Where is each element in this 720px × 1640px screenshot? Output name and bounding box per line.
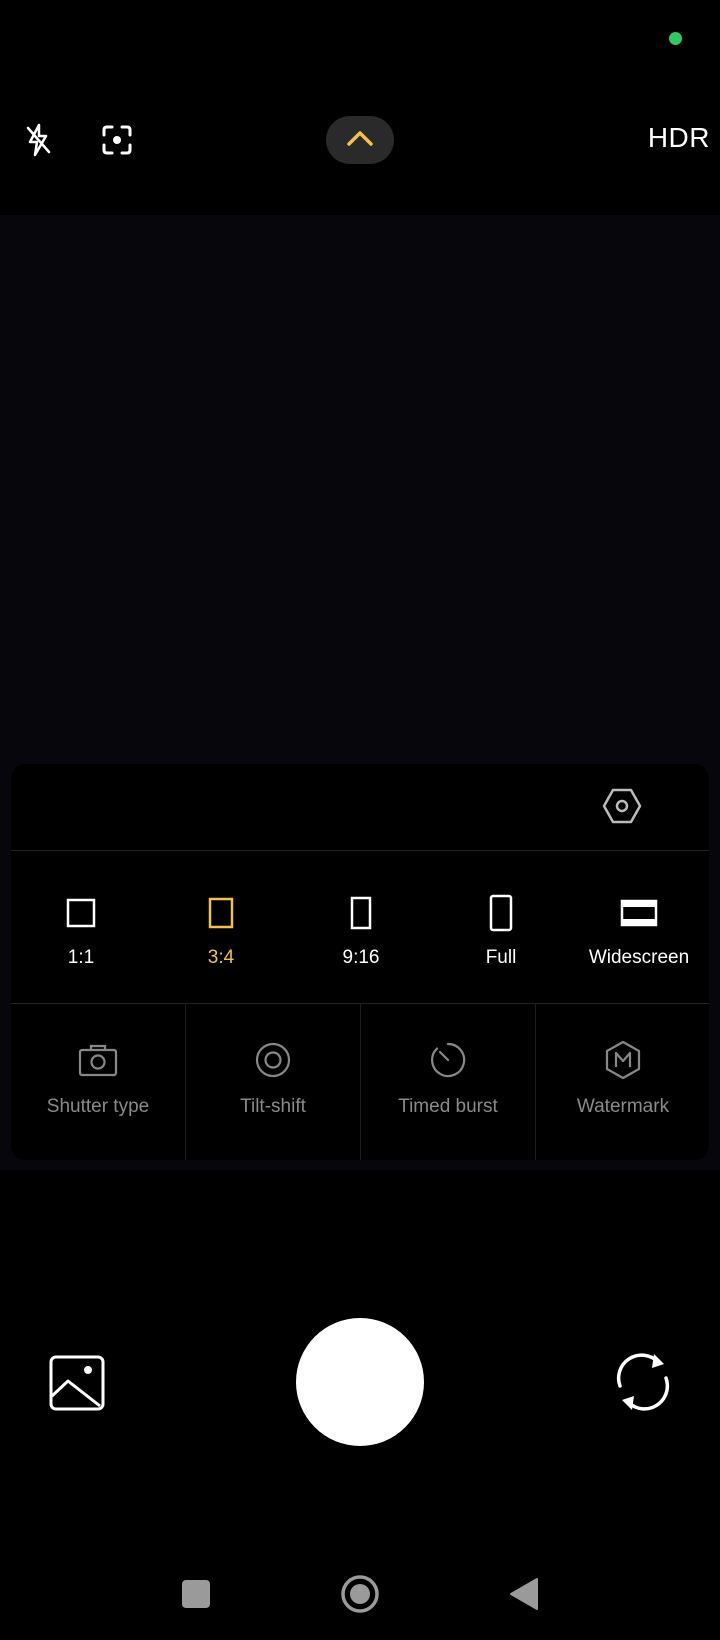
tools-row: Shutter type Tilt-shift Timed burst Wate… — [11, 1004, 709, 1160]
ratio-9-16-icon — [291, 893, 431, 933]
switch-camera-icon[interactable] — [612, 1350, 674, 1414]
square-icon — [182, 1580, 210, 1608]
flash-off-icon[interactable] — [18, 120, 58, 160]
ratio-1-1[interactable]: 1:1 — [11, 851, 151, 1003]
hexagon-settings-icon[interactable] — [601, 785, 643, 827]
watermark-icon — [536, 1040, 709, 1080]
ratio-label: 9:16 — [342, 947, 380, 968]
chevron-up-icon — [346, 129, 374, 152]
ratio-label: Widescreen — [588, 947, 690, 968]
camera-icon — [11, 1040, 185, 1080]
back-nav-button[interactable] — [504, 1574, 544, 1614]
tool-label: Watermark — [576, 1096, 670, 1117]
ratio-3-4[interactable]: 3:4 — [151, 851, 291, 1003]
ratio-label: 1:1 — [67, 947, 95, 968]
privacy-indicator-dot — [669, 32, 682, 45]
tool-timed-burst[interactable]: Timed burst — [361, 1004, 535, 1160]
tool-watermark[interactable]: Watermark — [536, 1004, 709, 1160]
widescreen-icon — [569, 893, 709, 933]
tool-label: Shutter type — [46, 1096, 150, 1117]
camera-options-panel: 1:1 3:4 9:16 Full Widescreen Shutter typ… — [11, 764, 709, 1160]
tool-tilt-shift[interactable]: Tilt-shift — [186, 1004, 360, 1160]
hdr-toggle[interactable]: HDR — [648, 122, 710, 154]
ratio-widescreen[interactable]: Widescreen — [569, 851, 709, 1003]
ratio-full[interactable]: Full — [431, 851, 571, 1003]
focus-frame-icon[interactable] — [97, 120, 137, 160]
back-triangle-icon — [510, 1578, 538, 1610]
ratio-label: 3:4 — [207, 947, 235, 968]
home-circle-icon — [341, 1575, 379, 1613]
timer-icon — [361, 1040, 535, 1080]
ratio-3-4-icon — [151, 893, 291, 933]
aspect-ratio-row: 1:1 3:4 9:16 Full Widescreen — [11, 851, 709, 1004]
panel-header — [11, 764, 709, 851]
recents-nav-button[interactable] — [176, 1574, 216, 1614]
tool-shutter-type[interactable]: Shutter type — [11, 1004, 185, 1160]
tool-label: Timed burst — [398, 1096, 498, 1117]
home-nav-button[interactable] — [340, 1574, 380, 1614]
shutter-button[interactable] — [296, 1318, 424, 1446]
ratio-9-16[interactable]: 9:16 — [291, 851, 431, 1003]
square-ratio-icon — [11, 893, 151, 933]
ratio-label: Full — [485, 947, 517, 968]
tilt-shift-icon — [186, 1040, 360, 1080]
ratio-full-icon — [431, 893, 571, 933]
tool-label: Tilt-shift — [240, 1096, 306, 1117]
gallery-icon[interactable] — [48, 1354, 106, 1412]
expand-panel-button[interactable] — [326, 116, 394, 164]
